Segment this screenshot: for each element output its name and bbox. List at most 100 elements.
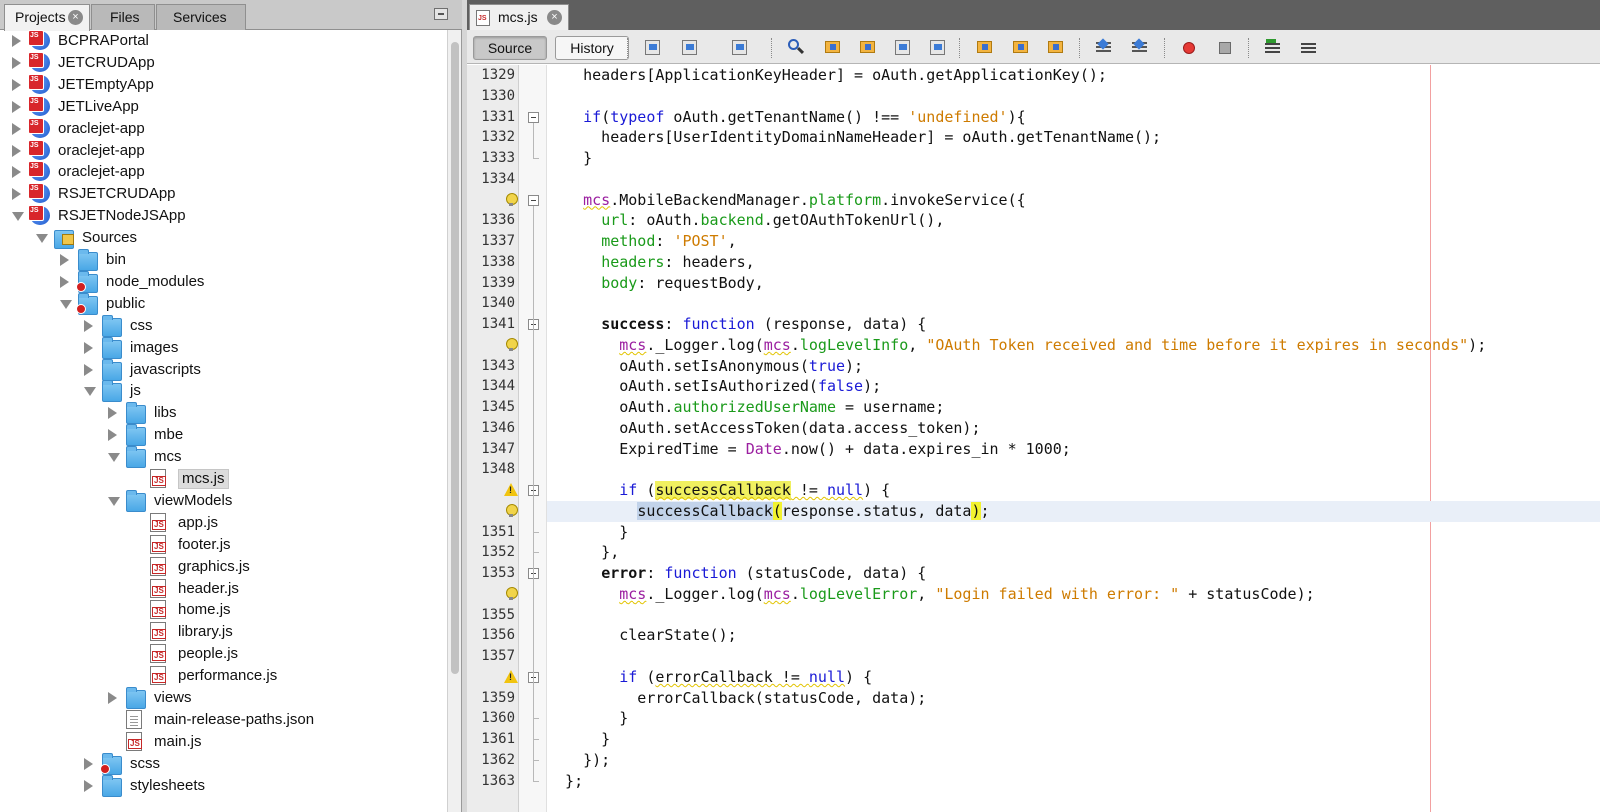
- tree-item[interactable]: bin: [0, 249, 440, 271]
- forward-icon[interactable]: [729, 37, 751, 59]
- tree-item[interactable]: app.js: [0, 512, 440, 534]
- code-line[interactable]: successCallback(response.status, data);: [547, 500, 1600, 522]
- tree-item[interactable]: images: [0, 336, 440, 359]
- tree-item[interactable]: header.js: [0, 578, 440, 600]
- collapse-arrow-icon[interactable]: [12, 144, 21, 157]
- collapse-arrow-icon[interactable]: [84, 341, 93, 354]
- expand-arrow-icon[interactable]: [84, 387, 96, 397]
- tree-item[interactable]: JETEmptyApp: [0, 73, 440, 96]
- tree-item[interactable]: RSJETNodeJSApp: [0, 205, 440, 227]
- expand-arrow-icon[interactable]: [108, 453, 120, 463]
- code-line[interactable]: if (errorCallback != null) {: [547, 667, 872, 688]
- collapse-arrow-icon[interactable]: [12, 100, 21, 113]
- code-line[interactable]: oAuth.setIsAnonymous(true);: [547, 356, 863, 377]
- tree-item[interactable]: node_modules: [0, 270, 440, 293]
- next-bookmark-icon[interactable]: [1010, 37, 1032, 59]
- tree-item[interactable]: RSJETCRUDApp: [0, 183, 440, 205]
- code-line[interactable]: };: [547, 771, 583, 792]
- code-line[interactable]: mcs._Logger.log(mcs.logLevelError, "Logi…: [547, 584, 1314, 605]
- collapse-arrow-icon[interactable]: [12, 166, 21, 179]
- hint-lightbulb-icon[interactable]: [505, 337, 518, 352]
- code-line[interactable]: });: [547, 750, 610, 771]
- tree-item[interactable]: BCPRAPortal: [0, 30, 440, 52]
- tree-item[interactable]: main.js: [0, 731, 440, 753]
- tab-mcs-js[interactable]: mcs.js ×: [469, 4, 569, 30]
- collapse-arrow-icon[interactable]: [84, 363, 93, 376]
- code-line[interactable]: },: [547, 542, 619, 563]
- code-line[interactable]: method: 'POST',: [547, 231, 736, 252]
- find-next-icon[interactable]: [857, 37, 879, 59]
- code-line[interactable]: if (successCallback != null) {: [547, 480, 890, 501]
- hint-lightbulb-icon[interactable]: [505, 503, 518, 518]
- code-line[interactable]: mcs.MobileBackendManager.platform.invoke…: [547, 190, 1026, 211]
- toggle-highlight-icon[interactable]: [892, 37, 914, 59]
- fold-collapse-icon[interactable]: [528, 111, 539, 123]
- hint-lightbulb-icon[interactable]: [505, 586, 518, 601]
- collapse-arrow-icon[interactable]: [84, 757, 93, 770]
- collapse-arrow-icon[interactable]: [108, 429, 117, 442]
- uncomment-icon[interactable]: [1298, 37, 1320, 59]
- last-edit-icon[interactable]: [642, 37, 664, 59]
- collapse-arrow-icon[interactable]: [84, 319, 93, 332]
- collapse-arrow-icon[interactable]: [12, 78, 21, 91]
- code-line[interactable]: headers[ApplicationKeyHeader] = oAuth.ge…: [547, 65, 1107, 86]
- tree-item[interactable]: public: [0, 292, 440, 315]
- code-line[interactable]: }: [547, 522, 628, 543]
- collapse-arrow-icon[interactable]: [108, 692, 117, 704]
- source-button[interactable]: Source: [473, 36, 547, 60]
- tree-item[interactable]: home.js: [0, 599, 440, 621]
- tree-item[interactable]: views: [0, 687, 440, 709]
- tree-item[interactable]: performance.js: [0, 665, 440, 687]
- tree-item[interactable]: JETCRUDApp: [0, 51, 440, 74]
- code-line[interactable]: ExpiredTime = Date.now() + data.expires_…: [547, 439, 1071, 460]
- close-icon[interactable]: ×: [547, 10, 562, 25]
- rectangular-selection-icon[interactable]: [927, 37, 949, 59]
- tree-item[interactable]: library.js: [0, 621, 440, 643]
- fold-collapse-icon[interactable]: [528, 194, 539, 206]
- find-icon[interactable]: [785, 37, 807, 59]
- collapse-arrow-icon[interactable]: [12, 122, 21, 135]
- code-line[interactable]: clearState();: [547, 625, 736, 646]
- tree-item[interactable]: mcs: [0, 446, 440, 469]
- tree-item[interactable]: mcs.js: [0, 468, 440, 490]
- collapse-arrow-icon[interactable]: [60, 254, 69, 266]
- tree-item[interactable]: scss: [0, 752, 440, 775]
- tree-item[interactable]: JETLiveApp: [0, 95, 440, 118]
- expand-arrow-icon[interactable]: [36, 234, 48, 244]
- expand-arrow-icon[interactable]: [12, 212, 24, 222]
- hint-lightbulb-icon[interactable]: [505, 192, 518, 207]
- tree-item[interactable]: css: [0, 314, 440, 337]
- tree-item[interactable]: libs: [0, 402, 440, 425]
- tab-projects[interactable]: Projects ×: [4, 4, 90, 31]
- code-line[interactable]: }: [547, 148, 592, 169]
- code-line[interactable]: oAuth.setAccessToken(data.access_token);: [547, 418, 980, 439]
- code-line[interactable]: headers[UserIdentityDomainNameHeader] = …: [547, 127, 1161, 148]
- code-line[interactable]: errorCallback(statusCode, data);: [547, 688, 926, 709]
- tree-item[interactable]: mbe: [0, 424, 440, 447]
- find-previous-icon[interactable]: [822, 37, 844, 59]
- tree-item[interactable]: oraclejet-app: [0, 139, 440, 162]
- stop-macro-icon[interactable]: [1214, 37, 1236, 59]
- code-line[interactable]: headers: headers,: [547, 252, 755, 273]
- code-line[interactable]: body: requestBody,: [547, 273, 764, 294]
- tree-item[interactable]: Sources: [0, 227, 440, 250]
- collapse-arrow-icon[interactable]: [60, 275, 69, 288]
- tab-services[interactable]: Services: [156, 4, 246, 30]
- tree-item[interactable]: oraclejet-app: [0, 161, 440, 183]
- tree-item[interactable]: footer.js: [0, 534, 440, 556]
- back-icon[interactable]: [679, 37, 701, 59]
- tree-item[interactable]: oraclejet-app: [0, 117, 440, 140]
- code-line[interactable]: url: oAuth.backend.getOAuthTokenUrl(),: [547, 210, 944, 231]
- expand-arrow-icon[interactable]: [60, 299, 72, 309]
- close-icon[interactable]: ×: [68, 10, 83, 25]
- code-area[interactable]: headers[ApplicationKeyHeader] = oAuth.ge…: [547, 65, 1600, 812]
- collapse-arrow-icon[interactable]: [84, 779, 93, 792]
- tree-item[interactable]: stylesheets: [0, 774, 440, 797]
- code-line[interactable]: error: function (statusCode, data) {: [547, 563, 926, 584]
- code-line[interactable]: }: [547, 729, 610, 750]
- tree-item[interactable]: javascripts: [0, 358, 440, 381]
- collapse-arrow-icon[interactable]: [12, 188, 21, 201]
- code-line[interactable]: success: function (response, data) {: [547, 314, 926, 335]
- collapse-arrow-icon[interactable]: [12, 35, 21, 47]
- tree-item[interactable]: graphics.js: [0, 556, 440, 578]
